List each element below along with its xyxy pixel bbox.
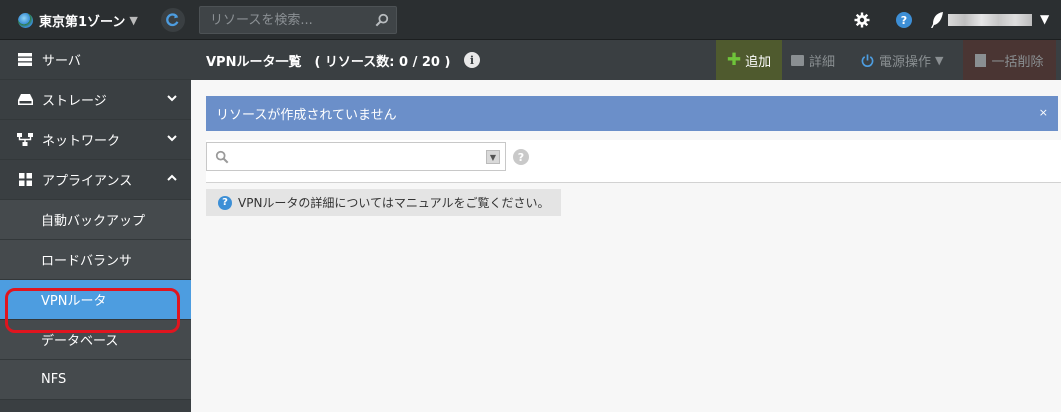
global-search[interactable] <box>199 6 397 34</box>
bulk-delete-button[interactable]: 一括削除 <box>963 40 1056 80</box>
zone-selector[interactable]: 東京第1ゾーン ▼ <box>18 11 138 30</box>
help-icon[interactable]: ? <box>896 12 912 28</box>
empty-alert: リソースが作成されていません × <box>206 96 1058 131</box>
search-icon <box>215 150 229 164</box>
bulk-delete-label: 一括削除 <box>991 54 1044 70</box>
info-icon[interactable]: i <box>464 52 480 68</box>
filter-input[interactable] <box>235 145 475 168</box>
sidebar-item-storage[interactable]: ストレージ <box>0 80 191 120</box>
user-name-masked[interactable] <box>948 14 1032 26</box>
dropdown-toggle-icon[interactable]: ▼ <box>486 150 500 164</box>
sidebar: サーバ ストレージ ネットワーク アプライアンス 自動バックアップ ロードバラン… <box>0 40 191 412</box>
add-button-label: 追加 <box>745 54 772 70</box>
detail-button[interactable]: 詳細 <box>791 40 851 80</box>
manual-link[interactable]: マニュアル <box>394 194 454 211</box>
feather-icon <box>931 12 943 28</box>
sidebar-subitem-load-balancer[interactable]: ロードバランサ <box>0 240 191 280</box>
power-icon <box>861 53 874 67</box>
book-icon <box>791 54 804 66</box>
note-text-after: をご覧ください。 <box>453 196 550 210</box>
search-icon[interactable] <box>375 13 389 27</box>
zone-label: 東京第1ゾーン <box>39 14 126 30</box>
sidebar-item-label: NFS <box>41 372 67 387</box>
chevron-down-icon <box>167 95 177 102</box>
sidebar-item-network[interactable]: ネットワーク <box>0 120 191 160</box>
close-icon[interactable]: × <box>1039 106 1048 119</box>
main-content: リソースが作成されていません × ▼ ? ? VPNルータの詳細については マニ… <box>191 80 1061 412</box>
add-button[interactable]: ✚ 追加 <box>716 40 782 80</box>
detail-button-label: 詳細 <box>809 54 836 70</box>
sidebar-item-label: サーバ <box>42 54 81 69</box>
chevron-up-icon <box>167 174 177 181</box>
caret-down-icon: ▼ <box>129 13 138 27</box>
server-icon <box>17 53 33 67</box>
sidebar-subitem-database[interactable]: データベース <box>0 320 191 360</box>
manual-note: ? VPNルータの詳細については マニュアル をご覧ください。 <box>206 189 561 216</box>
power-button-label: 電源操作 <box>879 54 932 70</box>
appliance-icon <box>17 173 33 187</box>
divider <box>206 182 1061 183</box>
trash-icon <box>975 53 987 67</box>
plus-icon: ✚ <box>726 50 742 70</box>
sidebar-item-server[interactable]: サーバ <box>0 40 191 80</box>
sidebar-item-label: VPNルータ <box>41 294 107 309</box>
caret-down-icon: ▼ <box>935 53 944 67</box>
power-operation-button[interactable]: 電源操作 ▼ <box>861 40 961 80</box>
global-search-input[interactable] <box>200 7 396 33</box>
sidebar-item-label: ネットワーク <box>42 134 121 149</box>
sidebar-item-label: ロードバランサ <box>41 254 133 269</box>
sidebar-subitem-nfs[interactable]: NFS <box>0 360 191 400</box>
globe-icon <box>18 12 33 28</box>
sidebar-item-label: アプライアンス <box>42 174 133 189</box>
sidebar-item-label: データベース <box>41 334 119 349</box>
sidebar-item-appliance[interactable]: アプライアンス <box>0 160 191 200</box>
content-header: VPNルータ一覧 ( リソース数: 0 / 20 ) i ✚ 追加 詳細 電源操… <box>191 40 1061 80</box>
filter-box[interactable]: ▼ <box>206 142 506 171</box>
sidebar-item-label: ストレージ <box>42 94 107 109</box>
sidebar-subitem-vpn-router[interactable]: VPNルータ <box>0 280 191 320</box>
top-bar: 東京第1ゾーン ▼ ? ▼ <box>0 0 1061 40</box>
disk-icon <box>17 93 33 107</box>
refresh-button[interactable] <box>161 8 185 32</box>
alert-message: リソースが作成されていません <box>216 108 397 123</box>
filter-panel: ▼ ? <box>206 140 1061 182</box>
help-icon: ? <box>218 195 232 210</box>
gear-icon[interactable] <box>854 12 870 28</box>
sidebar-item-label: 自動バックアップ <box>41 214 146 229</box>
refresh-icon <box>166 13 179 27</box>
network-icon <box>17 133 33 147</box>
user-menu-caret-icon[interactable]: ▼ <box>1040 12 1049 26</box>
chevron-down-icon <box>167 135 177 142</box>
filter-help-icon[interactable]: ? <box>513 149 529 165</box>
page-title: VPNルータ一覧 ( リソース数: 0 / 20 ) <box>206 55 451 70</box>
note-text-before: VPNルータの詳細については <box>238 196 394 210</box>
sidebar-subitem-auto-backup[interactable]: 自動バックアップ <box>0 200 191 240</box>
